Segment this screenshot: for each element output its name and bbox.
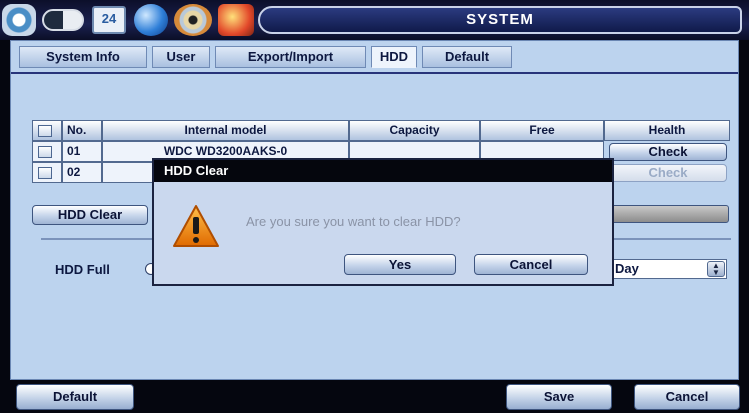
spinner-icon[interactable]: ▲ ▼ [707,261,725,277]
dvr-screen: 24 SYSTEM System Info User Export/Import… [0,0,749,413]
tab-user[interactable]: User [152,46,210,68]
check-health-button[interactable]: Check [609,143,727,161]
dialog-cancel-button[interactable]: Cancel [474,254,588,275]
row-checkbox[interactable] [38,167,52,179]
hdd-clear-button[interactable]: HDD Clear [32,205,148,225]
tab-hdd[interactable]: HDD [371,46,417,68]
select-all-checkbox[interactable] [38,125,52,137]
save-button[interactable]: Save [506,384,612,410]
table-row [32,141,62,162]
top-bar: 24 SYSTEM [0,0,749,40]
globe-icon[interactable] [134,4,168,36]
table-row [32,162,62,183]
window-title: SYSTEM [258,6,742,34]
row-checkbox[interactable] [38,146,52,158]
gear-icon[interactable] [2,4,36,36]
col-health: Health [604,120,730,141]
hdd-full-select-value: Day [615,261,639,276]
col-no: No. [62,120,102,141]
clear-progress-bar [609,205,729,223]
hdd-full-select[interactable]: Day ▲ ▼ [611,259,727,279]
select-all-cell [32,120,62,141]
col-capacity: Capacity [349,120,480,141]
tab-system-info[interactable]: System Info [19,46,147,68]
warning-icon [173,205,219,247]
row-no: 02 [62,162,102,183]
check-health-button[interactable]: Check [609,164,727,182]
tab-divider [11,72,738,74]
tab-default[interactable]: Default [422,46,512,68]
disc-icon[interactable] [174,4,212,36]
dialog-title: HDD Clear [154,160,612,182]
tools-icon[interactable] [218,4,254,36]
hdd-full-label: HDD Full [55,262,110,277]
col-free: Free [480,120,604,141]
default-button[interactable]: Default [16,384,134,410]
tab-export-import[interactable]: Export/Import [215,46,366,68]
hdd-clear-dialog: HDD Clear Are you sure you want to clear… [152,158,614,286]
col-model: Internal model [102,120,349,141]
toggle-icon[interactable] [42,9,84,31]
row-no: 01 [62,141,102,162]
yes-button[interactable]: Yes [344,254,456,275]
calendar-icon[interactable]: 24 [92,6,126,34]
cancel-button[interactable]: Cancel [634,384,740,410]
dialog-message: Are you sure you want to clear HDD? [246,214,461,229]
tab-bar: System Info User Export/Import HDD Defau… [11,46,738,74]
